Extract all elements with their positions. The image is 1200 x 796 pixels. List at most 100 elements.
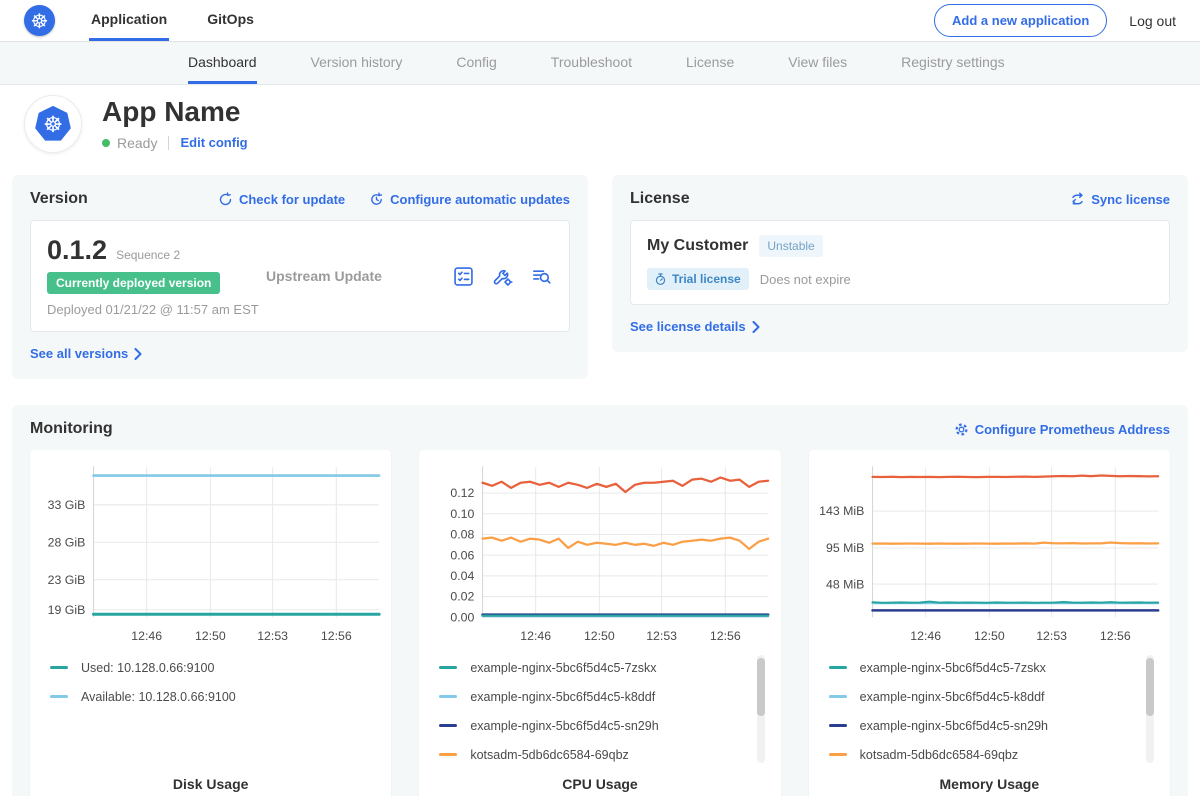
legend-item: Available: 10.128.0.66:9100 (50, 682, 375, 711)
dashboard-main: Version Check for update Configure autom… (0, 165, 1200, 796)
deployed-badge: Currently deployed version (47, 272, 220, 294)
svg-text:28 GiB: 28 GiB (48, 535, 86, 549)
svg-text:0.02: 0.02 (451, 590, 475, 604)
config-wrench-icon[interactable] (491, 265, 514, 288)
legend-dash-icon (50, 666, 68, 669)
chart-card-memory-usage: 12:4612:5012:5312:5648 MiB95 MiB143 MiBe… (809, 450, 1170, 796)
legend-dash-icon (439, 666, 457, 669)
stopwatch-icon (654, 273, 667, 286)
legend-item: example-nginx-5bc6f5d4c5-sn29h (829, 711, 1154, 740)
memory-usage-legend: example-nginx-5bc6f5d4c5-7zskxexample-ng… (829, 653, 1154, 766)
app-sub-navbar: Dashboard Version history Config Troublesho… (0, 42, 1200, 85)
svg-text:143 MiB: 143 MiB (819, 504, 864, 518)
subnav-tab-version-history[interactable]: Version history (311, 42, 403, 84)
topnav-tab-gitops[interactable]: GitOps (205, 0, 256, 41)
configure-prometheus-link[interactable]: Configure Prometheus Address (954, 422, 1170, 437)
svg-text:33 GiB: 33 GiB (48, 498, 86, 512)
legend-dash-icon (829, 724, 847, 727)
version-card: Version Check for update Configure autom… (12, 175, 588, 379)
version-source: Upstream Update (262, 268, 452, 284)
top-navbar: ☸ Application GitOps Add a new applicatio… (0, 0, 1200, 42)
license-details-box: My Customer Unstable Trial license Does … (630, 220, 1170, 305)
legend-dash-icon (439, 695, 457, 698)
svg-text:0.06: 0.06 (451, 548, 475, 562)
app-icon: ☸ (24, 95, 82, 153)
chart-card-cpu-usage: 12:4612:5012:5312:560.000.020.040.060.08… (419, 450, 780, 796)
sync-icon (1070, 192, 1085, 207)
topnav-spacer (292, 0, 934, 41)
chart-title-memory-usage: Memory Usage (815, 776, 1164, 792)
svg-text:12:46: 12:46 (131, 629, 162, 643)
logout-button[interactable]: Log out (1129, 13, 1176, 29)
legend-item: example-nginx-5bc6f5d4c5-7zskx (829, 653, 1154, 682)
kubernetes-heptagon-icon: ☸ (30, 101, 76, 147)
legend-scrollbar-thumb[interactable] (757, 658, 765, 716)
legend-label: kotsadm-5db6dc6584-69qbz (470, 748, 628, 762)
cpu-usage-plot: 12:4612:5012:5312:560.000.020.040.060.08… (425, 458, 774, 649)
edit-config-link[interactable]: Edit config (180, 135, 247, 150)
page-title: App Name (102, 97, 248, 128)
svg-text:12:50: 12:50 (974, 629, 1005, 643)
legend-scrollbar-track[interactable] (757, 655, 765, 763)
app-header: ☸ App Name Ready Edit config (0, 85, 1200, 165)
legend-label: Used: 10.128.0.66:9100 (81, 661, 214, 675)
legend-item: example-nginx-5bc6f5d4c5-k8ddf (829, 682, 1154, 711)
see-license-details-link[interactable]: See license details (630, 319, 760, 334)
license-expiry: Does not expire (760, 272, 851, 287)
view-logs-icon[interactable] (530, 265, 553, 288)
legend-scrollbar-track[interactable] (1146, 655, 1154, 763)
divider (168, 136, 169, 150)
monitoring-title: Monitoring (30, 420, 113, 438)
preflight-checks-icon[interactable] (452, 265, 475, 288)
chart-card-disk-usage: 12:4612:5012:5312:5619 GiB23 GiB28 GiB33… (30, 450, 391, 796)
legend-label: example-nginx-5bc6f5d4c5-sn29h (470, 719, 658, 733)
subnav-tab-troubleshoot[interactable]: Troubleshoot (551, 42, 632, 84)
kubernetes-logo-icon[interactable]: ☸ (24, 5, 55, 36)
svg-text:12:53: 12:53 (1036, 629, 1067, 643)
chart-title-cpu-usage: CPU Usage (425, 776, 774, 792)
legend-label: example-nginx-5bc6f5d4c5-k8ddf (470, 690, 655, 704)
svg-text:48 MiB: 48 MiB (826, 577, 864, 591)
svg-text:12:50: 12:50 (195, 629, 226, 643)
charts-row: 12:4612:5012:5312:5619 GiB23 GiB28 GiB33… (30, 450, 1170, 796)
svg-text:0.12: 0.12 (451, 486, 475, 500)
clock-refresh-icon (369, 192, 384, 207)
check-for-update-link[interactable]: Check for update (218, 192, 345, 207)
subnav-tab-license[interactable]: License (686, 42, 734, 84)
license-card-title: License (630, 190, 690, 208)
version-number: 0.1.2 (47, 235, 107, 266)
subnav-tab-registry-settings[interactable]: Registry settings (901, 42, 1004, 84)
disk-usage-legend: Used: 10.128.0.66:9100 Available: 10.128.… (50, 653, 375, 766)
sync-license-link[interactable]: Sync license (1070, 192, 1170, 207)
svg-text:12:56: 12:56 (321, 629, 352, 643)
legend-item: example-nginx-5bc6f5d4c5-sn29h (439, 711, 764, 740)
svg-text:12:53: 12:53 (647, 629, 678, 643)
configure-automatic-updates-link[interactable]: Configure automatic updates (369, 192, 570, 207)
svg-text:95 MiB: 95 MiB (826, 541, 864, 555)
topnav-tab-application[interactable]: Application (89, 0, 169, 41)
subnav-tab-config[interactable]: Config (456, 42, 496, 84)
legend-item: Used: 10.128.0.66:9100 (50, 653, 375, 682)
trial-license-badge: Trial license (647, 268, 749, 290)
svg-text:12:46: 12:46 (910, 629, 941, 643)
version-card-title: Version (30, 190, 88, 208)
svg-text:12:50: 12:50 (584, 629, 615, 643)
legend-dash-icon (439, 724, 457, 727)
subnav-tab-dashboard[interactable]: Dashboard (188, 42, 257, 84)
legend-label: example-nginx-5bc6f5d4c5-7zskx (470, 661, 656, 675)
customer-name: My Customer (647, 237, 748, 255)
monitoring-card: Monitoring Configure Prometheus Address … (12, 405, 1188, 796)
status-dot (102, 139, 110, 147)
see-all-versions-link[interactable]: See all versions (30, 346, 142, 361)
cpu-usage-legend: example-nginx-5bc6f5d4c5-7zskx example-ng… (439, 653, 764, 766)
add-application-button[interactable]: Add a new application (934, 4, 1107, 37)
svg-text:12:56: 12:56 (710, 629, 741, 643)
deployed-timestamp: Deployed 01/21/22 @ 11:57 am EST (47, 302, 262, 317)
channel-badge: Unstable (759, 235, 822, 257)
legend-scrollbar-thumb[interactable] (1146, 658, 1154, 716)
subnav-tab-view-files[interactable]: View files (788, 42, 847, 84)
chart-title-disk-usage: Disk Usage (36, 776, 385, 792)
svg-text:23 GiB: 23 GiB (48, 573, 86, 587)
legend-item: kotsadm-5db6dc6584-69qbz (829, 740, 1154, 766)
svg-text:12:46: 12:46 (521, 629, 552, 643)
